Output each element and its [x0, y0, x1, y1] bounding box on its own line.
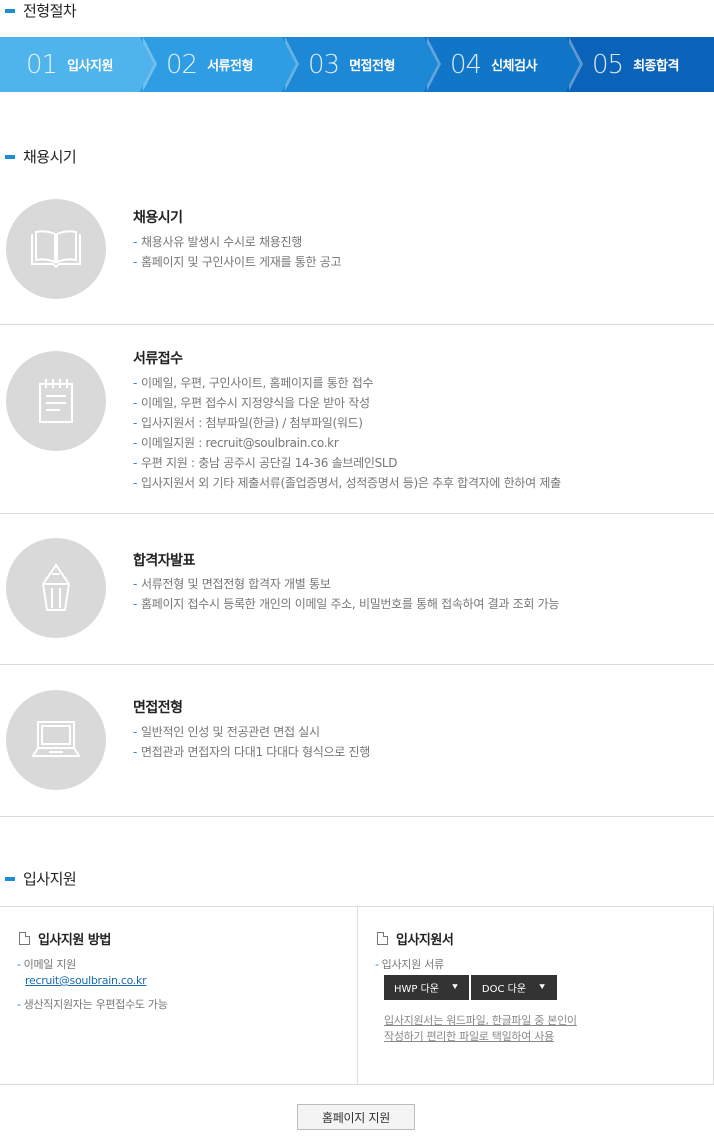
- apply-method-heading: 입사지원 방법: [19, 929, 111, 948]
- email-link[interactable]: recruit@soulbrain.co.kr: [25, 974, 147, 987]
- hwp-download-button[interactable]: HWP 다운 ⯆: [384, 975, 469, 1000]
- apply-section-title: 입사지원: [5, 868, 77, 889]
- list-item: - 면접관과 면접자의 다대1 다대다 형식으로 진행: [133, 745, 371, 759]
- step-arrow-icon: [140, 37, 154, 91]
- list-item: - 서류전형 및 면접전형 합격자 개별 통보: [133, 577, 331, 591]
- divider: [0, 816, 714, 817]
- apply-docs-label: - 입사지원 서류: [375, 958, 444, 971]
- item-title: 서류접수: [133, 351, 183, 367]
- homepage-apply-button[interactable]: 홈페이지 지원: [297, 1104, 415, 1130]
- item-title: 채용시기: [133, 210, 183, 226]
- doc-download-button[interactable]: DOC 다운 ⯆: [471, 975, 557, 1000]
- apply-form-column: 입사지원서 - 입사지원 서류 HWP 다운 ⯆ DOC 다운 ⯆ 입사지원서는 워드…: [358, 907, 714, 1084]
- timing-item-recruit-period: 채용시기 - 채용사유 발생시 수시로 채용진행 - 홈페이지 및 구인사이트 게재…: [0, 198, 714, 324]
- step-number: 03: [308, 49, 340, 80]
- item-details: - 이메일, 우편, 구인사이트, 홈페이지를 통한 접수 - 이메일, 우편 접수…: [133, 373, 561, 493]
- step-label: 신체검사: [491, 59, 537, 74]
- list-item: - 채용사유 발생시 수시로 채용진행: [133, 235, 302, 249]
- step-arrow-icon: [282, 37, 296, 91]
- step-number: 04: [450, 49, 482, 80]
- download-icon: ⯆: [538, 982, 547, 993]
- step-4: 04 신체검사: [424, 37, 583, 92]
- step-2: 02 서류전형: [140, 37, 299, 92]
- section-marker: [5, 154, 15, 159]
- item-title: 합격자발표: [133, 553, 195, 569]
- list-item: - 홈페이지 접수시 등록한 개인의 이메일 주소, 비밀번호를 통해 접속하여 …: [133, 597, 560, 611]
- step-arrow-icon: [424, 37, 438, 91]
- step-arrow-icon: [566, 37, 580, 91]
- list-item: - 일반적인 인성 및 전공관련 면접 실시: [133, 725, 320, 739]
- timing-item-document-submission: 서류접수 - 이메일, 우편, 구인사이트, 홈페이지를 통한 접수 - 이메일, …: [0, 325, 714, 513]
- list-item: - 입사지원서 : 첨부파일(한글) / 첨부파일(워드): [133, 416, 363, 430]
- section-title-text: 채용시기: [23, 148, 77, 166]
- pencil-icon: [6, 538, 106, 638]
- book-icon: [6, 199, 106, 299]
- process-steps: 01 입사지원 02 서류전형 03 면접전형 04 신체검사 05 최종합격: [0, 37, 714, 92]
- step-label: 최종합격: [633, 59, 679, 74]
- item-title: 면접전형: [133, 700, 183, 716]
- notepad-icon: [6, 351, 106, 451]
- list-item: - 이메일, 우편 접수시 지정양식을 다운 받아 작성: [133, 396, 370, 410]
- post-apply-note: - 생산직지원자는 우편접수도 가능: [17, 998, 168, 1011]
- list-item: - 입사지원서 외 기타 제출서류(졸업증명서, 성적증명서 등)은 추후 합격자…: [133, 476, 561, 490]
- section-title-text: 전형절차: [23, 2, 77, 20]
- email-apply-label: - 이메일 지원: [17, 958, 76, 971]
- computer-icon: [6, 690, 106, 790]
- apply-box: 입사지원 방법 - 이메일 지원 recruit@soulbrain.co.kr …: [0, 906, 714, 1085]
- list-item: - 이메일지원 : recruit@soulbrain.co.kr: [133, 436, 339, 450]
- timing-item-interview: 면접전형 - 일반적인 인성 및 전공관련 면접 실시 - 면접관과 면접자의 다대…: [0, 665, 714, 815]
- item-details: - 서류전형 및 면접전형 합격자 개별 통보 - 홈페이지 접수시 등록한 개인의…: [133, 574, 559, 614]
- process-section-title: 전형절차: [5, 0, 77, 21]
- apply-form-note-line1: 입사지원서는 워드파일, 한글파일 중 본인이: [384, 1014, 577, 1027]
- apply-form-heading: 입사지원서: [377, 929, 454, 948]
- section-marker: [5, 876, 15, 881]
- document-icon: [377, 932, 388, 945]
- item-details: - 채용사유 발생시 수시로 채용진행 - 홈페이지 및 구인사이트 게재를 통한 …: [133, 232, 341, 272]
- document-icon: [19, 932, 30, 945]
- step-number: 05: [592, 49, 624, 80]
- download-icon: ⯆: [451, 982, 460, 993]
- step-5: 05 최종합격: [566, 37, 714, 92]
- section-title-text: 입사지원: [23, 870, 77, 888]
- step-number: 02: [166, 49, 198, 80]
- timing-item-result-announcement: 합격자발표 - 서류전형 및 면접전형 합격자 개별 통보 - 홈페이지 접수시 등…: [0, 514, 714, 664]
- list-item: - 이메일, 우편, 구인사이트, 홈페이지를 통한 접수: [133, 376, 374, 390]
- item-details: - 일반적인 인성 및 전공관련 면접 실시 - 면접관과 면접자의 다대1 다대다…: [133, 722, 370, 762]
- step-label: 입사지원: [67, 59, 113, 74]
- timing-section-title: 채용시기: [5, 146, 77, 167]
- step-label: 서류전형: [207, 59, 253, 74]
- section-marker: [5, 8, 15, 13]
- step-3: 03 면접전형: [282, 37, 441, 92]
- step-label: 면접전형: [349, 59, 395, 74]
- apply-form-note-line2: 작성하기 편리한 파일로 택일하여 사용: [384, 1030, 554, 1043]
- step-number: 01: [26, 49, 58, 80]
- apply-method-column: 입사지원 방법 - 이메일 지원 recruit@soulbrain.co.kr …: [0, 907, 357, 1084]
- list-item: - 우편 지원 : 충남 공주시 공단길 14-36 솔브레인SLD: [133, 456, 398, 470]
- list-item: - 홈페이지 및 구인사이트 게재를 통한 공고: [133, 255, 342, 269]
- step-1: 01 입사지원: [0, 37, 157, 92]
